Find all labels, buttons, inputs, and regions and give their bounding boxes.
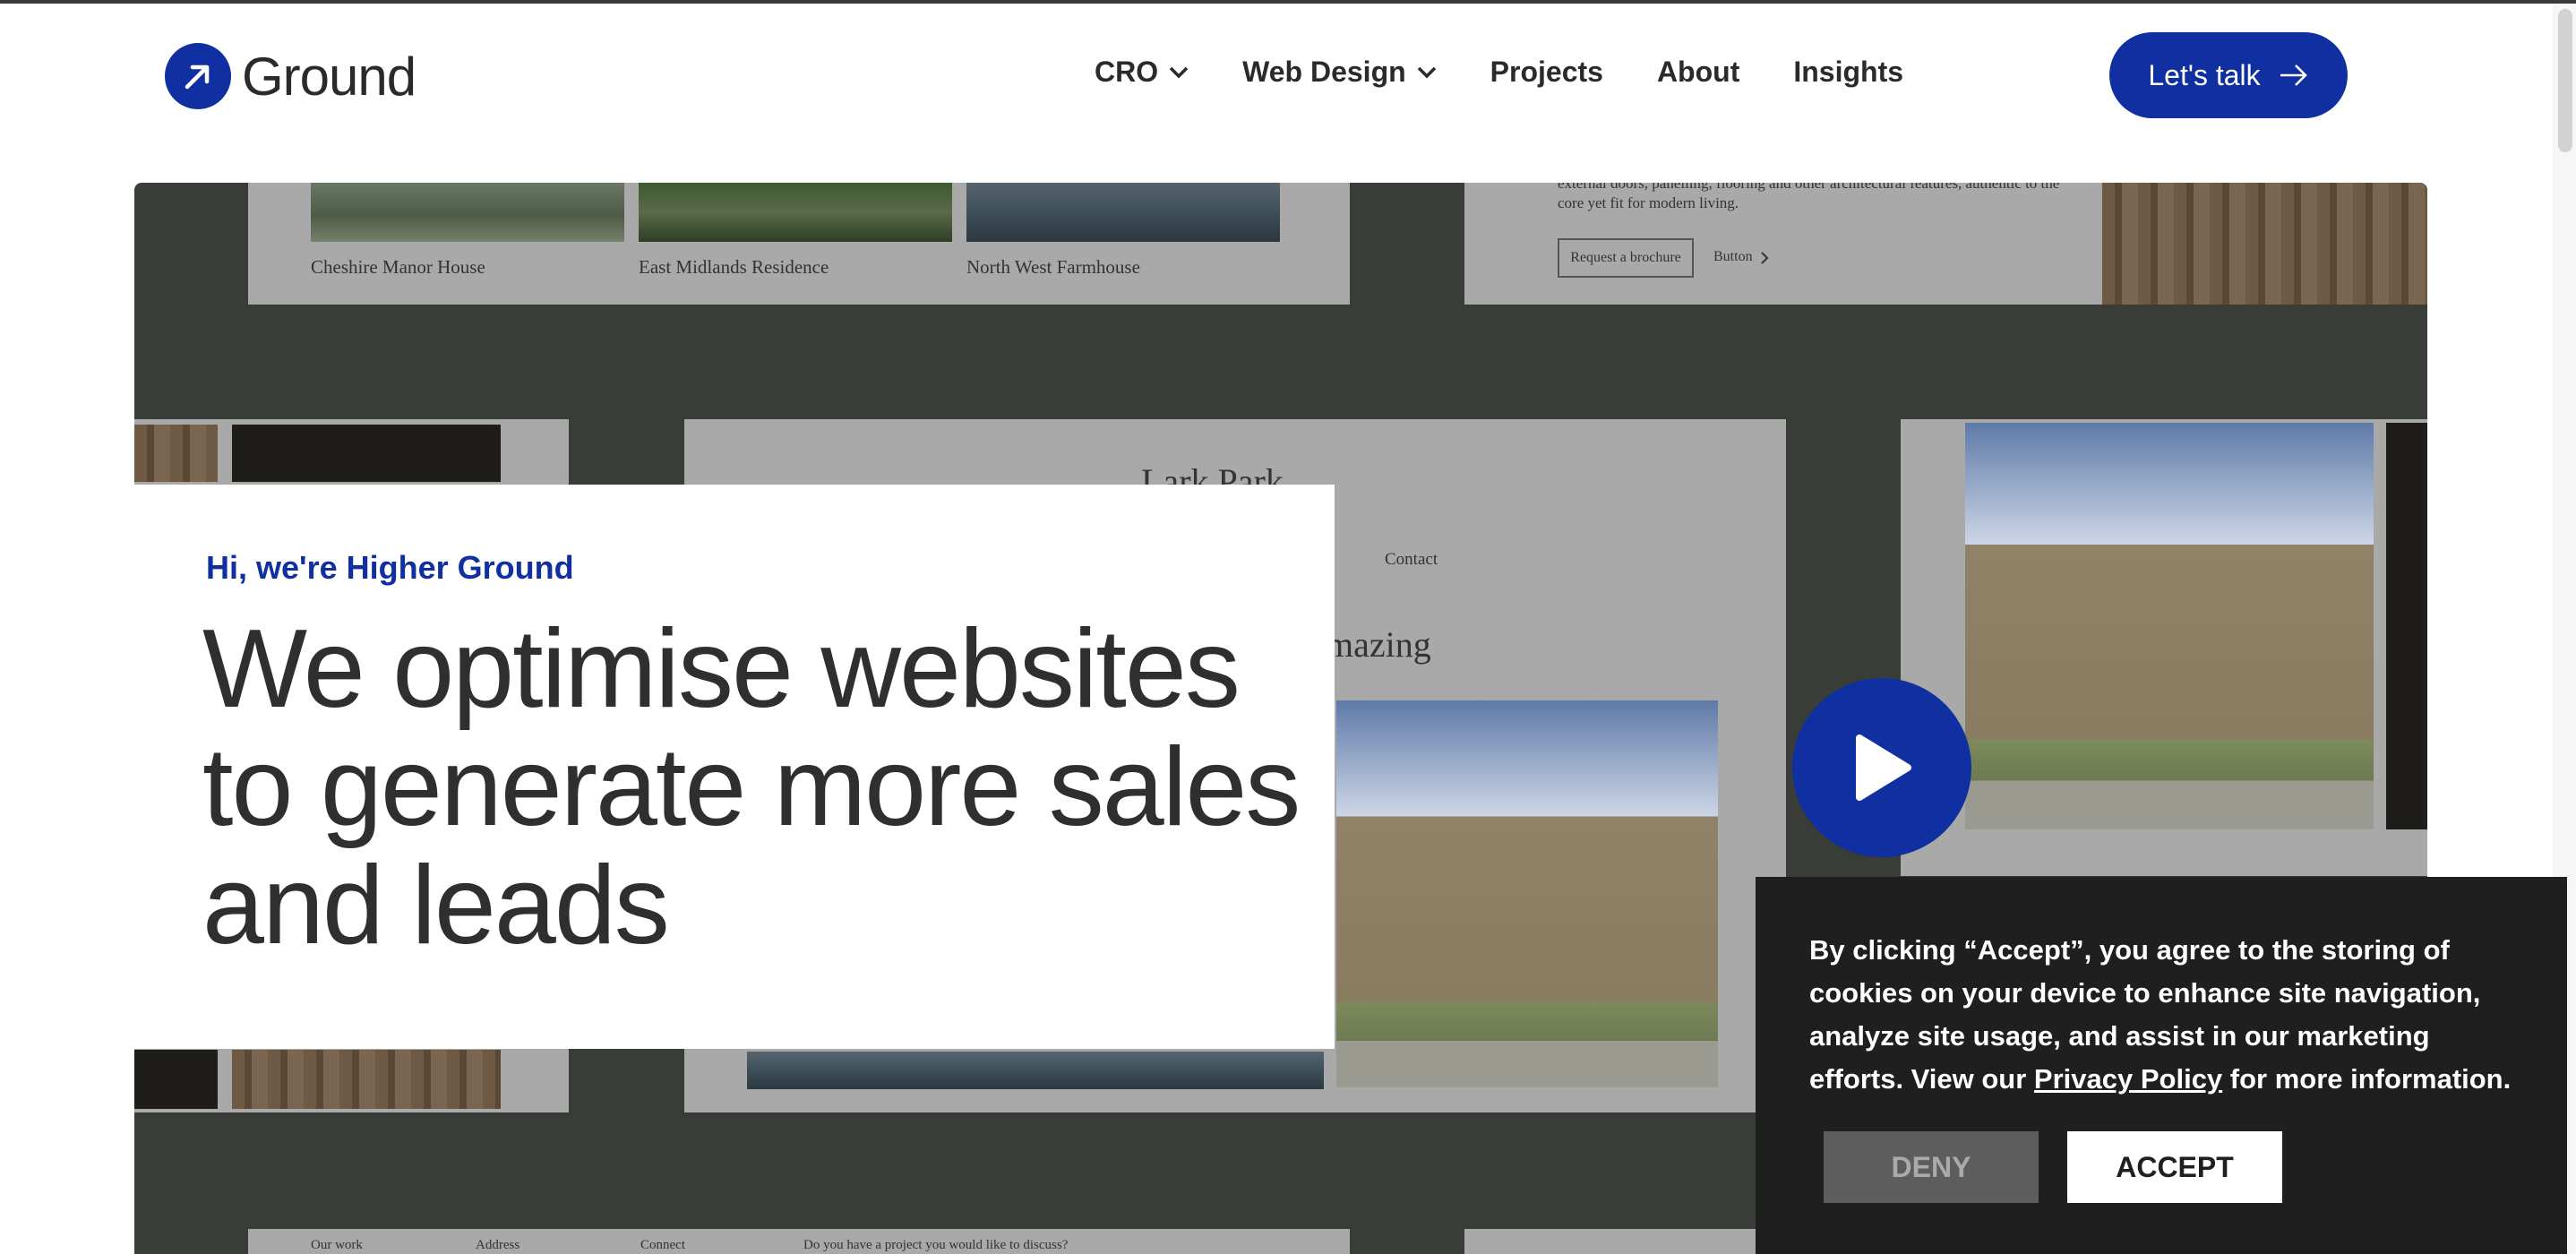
cta-label: Let's talk	[2148, 58, 2261, 91]
hero-headline: We optimise websites to generate more sa…	[202, 607, 1301, 967]
mockup-card-brochure: external doors, panelling, flooring and …	[1464, 183, 2427, 305]
scrollbar-thumb[interactable]	[2558, 9, 2572, 152]
cookie-deny-button[interactable]: DENY	[1824, 1131, 2039, 1203]
nav-item-about[interactable]: About	[1657, 56, 1739, 89]
mockup-photo-building	[1965, 423, 2374, 829]
mockup-nav-contact: Contact	[1385, 550, 1438, 569]
privacy-policy-link[interactable]: Privacy Policy	[2034, 1063, 2222, 1095]
nav-label: Projects	[1490, 56, 1603, 88]
mockup-photo	[232, 1050, 501, 1109]
logo-text: Ground	[242, 46, 416, 107]
cookie-banner: By clicking “Accept”, you agree to the s…	[1756, 877, 2567, 1254]
mockup-photo	[2386, 423, 2427, 829]
nav-label: Web Design	[1242, 56, 1406, 88]
mockup-footer-col: Address	[476, 1238, 520, 1252]
mockup-footer-col: Connect	[640, 1238, 685, 1252]
mockup-caption: Cheshire Manor House	[311, 256, 485, 278]
nav-item-projects[interactable]: Projects	[1490, 56, 1603, 89]
nav-label: Insights	[1793, 56, 1904, 88]
site-header: Ground CRO Web Design Projects About Ins…	[0, 4, 2576, 179]
mockup-card-gallery: Cheshire Manor House East Midlands Resid…	[248, 183, 1350, 305]
mockup-photo	[311, 183, 624, 242]
mockup-link-button: Button	[1713, 249, 1753, 264]
mockup-card-right	[1901, 419, 2427, 876]
cookie-message: By clicking “Accept”, you agree to the s…	[1809, 929, 2526, 1101]
lets-talk-button[interactable]: Let's talk	[2109, 32, 2348, 118]
chevron-right-icon	[1761, 252, 1769, 264]
hero-intro-panel: Hi, we're Higher Ground We optimise webs…	[134, 485, 1335, 1049]
main-nav: CRO Web Design Projects About Insights	[1095, 56, 1957, 89]
mockup-card-footer: Our work Address Connect Do you have a p…	[248, 1229, 1350, 1254]
mockup-footer-col: Our work	[311, 1238, 363, 1252]
mockup-photo-building	[1336, 700, 1718, 1087]
mockup-photo	[134, 1050, 218, 1109]
mockup-caption: North West Farmhouse	[966, 256, 1140, 278]
logo[interactable]: Ground	[165, 43, 416, 109]
mockup-photo	[134, 425, 218, 482]
play-video-button[interactable]	[1792, 678, 1971, 857]
mockup-photo	[966, 183, 1280, 242]
cookie-accept-button[interactable]: ACCEPT	[2067, 1131, 2282, 1203]
chevron-down-icon	[1169, 66, 1189, 78]
arrow-right-icon	[2280, 64, 2307, 86]
mockup-brochure-button: Request a brochure	[1558, 238, 1694, 278]
chevron-down-icon	[1417, 66, 1436, 78]
nav-item-insights[interactable]: Insights	[1793, 56, 1903, 89]
mockup-photo	[232, 425, 501, 482]
hero-eyebrow: Hi, we're Higher Ground	[206, 549, 574, 586]
mockup-heading-word: mazing	[1326, 624, 1431, 665]
mockup-body-text: external doors, panelling, flooring and …	[1558, 183, 2060, 211]
cookie-text-after: for more information.	[2222, 1063, 2512, 1095]
mockup-footer-col: Do you have a project you would like to …	[803, 1238, 1069, 1252]
nav-item-web-design[interactable]: Web Design	[1242, 56, 1437, 89]
play-icon	[1856, 734, 1911, 801]
mockup-photo	[2102, 183, 2427, 305]
logo-arrow-icon	[165, 43, 231, 109]
mockup-caption: East Midlands Residence	[639, 256, 829, 278]
nav-label: CRO	[1095, 56, 1159, 88]
nav-item-cro[interactable]: CRO	[1095, 56, 1189, 89]
mockup-photo	[639, 183, 952, 242]
nav-label: About	[1656, 56, 1740, 88]
mockup-photo	[747, 1052, 1324, 1089]
